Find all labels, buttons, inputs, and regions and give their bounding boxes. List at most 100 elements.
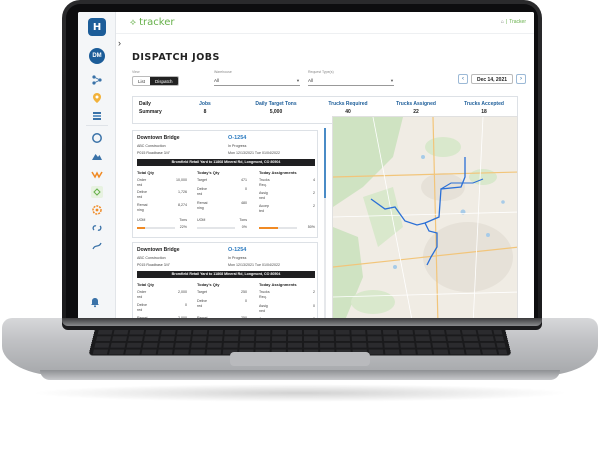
stat-key: Accep bbox=[259, 204, 269, 208]
job-product: P015 Roadbase 3/4" bbox=[137, 263, 171, 267]
link-icon[interactable] bbox=[89, 220, 105, 236]
brand-name: ⟡ tracker bbox=[130, 17, 175, 28]
view-dispatch-button[interactable]: Dispatch bbox=[150, 77, 178, 85]
laptop-bezel: H DM › ⟡ tracker ⌂ | Tracker DISPATCH JO… bbox=[66, 4, 538, 326]
stat-key: Remai bbox=[197, 201, 208, 205]
stat-value: 250 bbox=[241, 290, 247, 294]
summary-value: 40 bbox=[345, 109, 351, 115]
stat-value: 0 bbox=[245, 299, 247, 303]
stat-key: red bbox=[197, 192, 203, 196]
warehouse-label: Warehouse bbox=[214, 70, 232, 74]
stat-value: 0 bbox=[245, 187, 247, 191]
summary-value: 8 bbox=[203, 109, 207, 115]
selected-date[interactable]: Dec 14, 2021 bbox=[471, 74, 514, 84]
stat-key: Delive bbox=[197, 187, 207, 191]
summary-title-line2: Summary bbox=[139, 109, 162, 115]
chevron-right-icon[interactable]: › bbox=[516, 74, 527, 84]
assignments-heading: Today Assignments bbox=[259, 282, 297, 287]
chain-icon[interactable] bbox=[89, 238, 105, 254]
wave-icon[interactable] bbox=[89, 166, 105, 182]
stat-key: Req. bbox=[259, 295, 267, 299]
date-picker: ‹ Dec 14, 2021 › bbox=[458, 74, 527, 84]
stat-key: Delive bbox=[137, 190, 147, 194]
avatar[interactable]: DM bbox=[89, 48, 105, 64]
assign-progress-bar bbox=[259, 227, 297, 229]
job-route: Bromfield Retail Yard to 11868 Mineral R… bbox=[137, 271, 315, 278]
bell-icon[interactable] bbox=[89, 296, 101, 310]
app-sidebar: H DM bbox=[78, 12, 116, 324]
jobs-scrollbar-thumb[interactable] bbox=[324, 128, 326, 198]
stat-key: Req. bbox=[259, 183, 267, 187]
location-pin-icon[interactable] bbox=[89, 90, 105, 106]
chevron-left-icon[interactable]: ‹ bbox=[458, 74, 468, 84]
stat-key: Target bbox=[197, 290, 207, 294]
stat-value: 4 bbox=[313, 178, 315, 182]
laptop-mockup: H DM › ⟡ tracker ⌂ | Tracker DISPATCH JO… bbox=[0, 0, 600, 449]
total-qty-heading: Total Qty bbox=[137, 282, 155, 287]
summary-trucks-assigned: Trucks Assigned 22 bbox=[383, 101, 449, 115]
today-progress-pct: 0% bbox=[241, 225, 247, 229]
stat-key: Order bbox=[137, 178, 147, 182]
stat-value: 10,000 bbox=[176, 178, 187, 182]
map-canvas bbox=[333, 117, 517, 323]
app-logo[interactable]: H bbox=[88, 18, 106, 36]
request-type-select-value: All bbox=[308, 78, 314, 83]
stat-key: red bbox=[197, 304, 203, 308]
stat-key: Target bbox=[197, 178, 207, 182]
summary-label: Jobs bbox=[199, 101, 211, 107]
job-card[interactable]: Downtown Bridge O-1254 ABC Construction … bbox=[132, 242, 318, 324]
stat-value: 480 bbox=[241, 201, 247, 205]
view-toggle: List Dispatch bbox=[132, 76, 179, 86]
job-status: In Progress bbox=[228, 144, 247, 148]
request-type-select[interactable]: All ▼ bbox=[308, 76, 394, 86]
job-id-link[interactable]: O-1254 bbox=[228, 135, 246, 141]
summary-label: Trucks Assigned bbox=[396, 101, 436, 107]
breadcrumb-current[interactable]: Tracker bbox=[509, 19, 526, 25]
summary-value: 22 bbox=[413, 109, 419, 115]
home-icon[interactable]: ⌂ bbox=[501, 19, 504, 25]
chevron-down-icon: ▼ bbox=[390, 78, 394, 83]
view-list-button[interactable]: List bbox=[133, 77, 150, 85]
stat-key: Delive bbox=[197, 299, 207, 303]
route-map[interactable] bbox=[332, 116, 518, 324]
tracker-logo-icon: ⟡ bbox=[130, 18, 136, 28]
job-id-link[interactable]: O-1254 bbox=[228, 247, 246, 253]
stat-key: UOM bbox=[197, 218, 206, 222]
assignments-heading: Today Assignments bbox=[259, 170, 297, 175]
job-time: Mon 12/13/2021 Tue 01/04/2022 bbox=[228, 263, 280, 267]
warehouse-select-value: All bbox=[214, 78, 220, 83]
stat-key: Remai bbox=[137, 203, 148, 207]
todays-qty-heading: Today's Qty bbox=[197, 282, 220, 287]
collapse-sidebar-icon[interactable]: › bbox=[118, 38, 121, 48]
laptop-base-edge bbox=[40, 370, 560, 380]
job-time: Mon 12/13/2021 Tue 01/04/2022 bbox=[228, 151, 280, 155]
stat-key: Trucks bbox=[259, 178, 270, 182]
stat-key: UOM bbox=[137, 218, 146, 222]
ring-icon[interactable] bbox=[89, 130, 105, 146]
stat-key: Order bbox=[137, 290, 147, 294]
stat-value: 0 bbox=[313, 304, 315, 308]
stat-key: red bbox=[137, 195, 143, 199]
stat-key: ned bbox=[259, 309, 265, 313]
stat-key: ted bbox=[259, 209, 264, 213]
job-client: ABC Construction bbox=[137, 144, 166, 148]
stat-key: red bbox=[137, 183, 143, 187]
screen: H DM › ⟡ tracker ⌂ | Tracker DISPATCH JO… bbox=[78, 12, 534, 324]
summary-value: 5,000 bbox=[269, 109, 283, 115]
stat-value: 8,274 bbox=[178, 203, 187, 207]
stat-value: Tons bbox=[239, 218, 247, 222]
warehouse-select[interactable]: All ▼ bbox=[214, 76, 300, 86]
stat-key: ning bbox=[137, 208, 144, 212]
stat-key: ned bbox=[259, 196, 265, 200]
jobs-list: Downtown Bridge O-1254 ABC Construction … bbox=[132, 128, 320, 324]
org-chart-icon[interactable] bbox=[89, 72, 105, 88]
brand-label: tracker bbox=[139, 17, 175, 28]
stack-icon[interactable] bbox=[89, 108, 105, 124]
job-card[interactable]: Downtown Bridge O-1254 ABC Construction … bbox=[132, 130, 318, 238]
summary-trucks-required: Trucks Required 40 bbox=[315, 101, 381, 115]
summary-title-line1: Daily bbox=[139, 101, 151, 107]
stat-value: 2,000 bbox=[178, 290, 187, 294]
mountain-icon[interactable] bbox=[89, 148, 105, 164]
tracker-icon[interactable] bbox=[89, 184, 105, 200]
gear-icon[interactable] bbox=[89, 202, 105, 218]
